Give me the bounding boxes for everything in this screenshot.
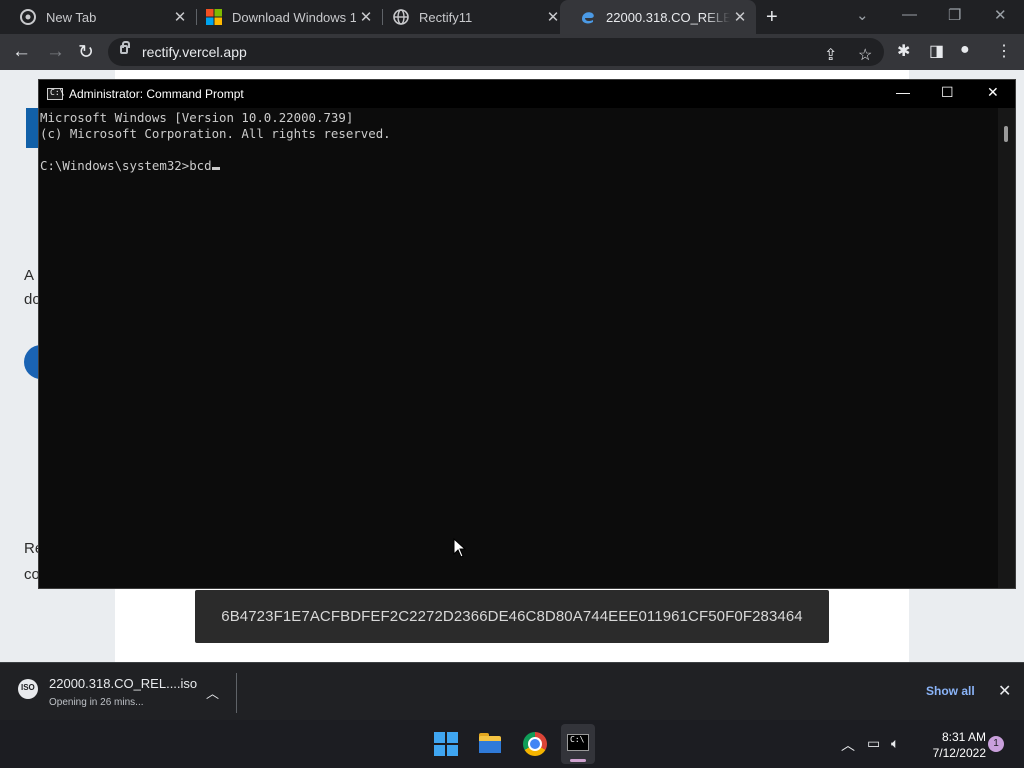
chrome-taskbar-icon[interactable] (523, 732, 547, 756)
console-line: Microsoft Windows [Version 10.0.22000.73… (40, 110, 354, 125)
command-prompt-window[interactable]: C:\ Administrator: Command Prompt — ☐ ✕ … (38, 79, 1016, 589)
reload-icon[interactable]: ↻ (78, 41, 94, 64)
download-status: Opening in 26 mins... (49, 697, 144, 708)
forward-icon[interactable]: → (46, 41, 65, 63)
notification-badge[interactable]: 1 (988, 736, 1004, 752)
download-file-name[interactable]: 22000.318.CO_REL....iso (49, 676, 197, 691)
globe-icon (393, 9, 409, 25)
console-input[interactable]: C:\Windows\system32>bcd (40, 158, 212, 173)
chevron-up-icon[interactable]: ︿ (206, 683, 219, 702)
microsoft-icon (206, 9, 222, 25)
tab-label: New Tab (46, 9, 97, 25)
console-line: (c) Microsoft Corporation. All rights re… (40, 126, 391, 141)
cmd-close-icon[interactable]: ✕ (987, 84, 999, 101)
shelf-divider (236, 673, 237, 713)
extensions-icon[interactable]: ✱ (897, 41, 910, 61)
sha256-hash-box[interactable]: 6B4723F1E7ACFBDFEF2C2272D2366DE46C8D80A7… (195, 590, 829, 643)
url-text[interactable]: rectify.vercel.app (142, 44, 247, 60)
logo-fragment (26, 108, 38, 148)
address-bar[interactable]: rectify.vercel.app ⇪ ☆ (108, 38, 884, 66)
console-output[interactable]: Microsoft Windows [Version 10.0.22000.73… (40, 110, 998, 588)
new-tab-icon[interactable]: + (766, 6, 778, 29)
cmd-minimize-icon[interactable]: — (896, 84, 910, 100)
cmd-title-bar[interactable]: C:\ Administrator: Command Prompt — ☐ ✕ (39, 80, 1015, 108)
lock-icon[interactable] (120, 41, 130, 54)
tab-download-windows[interactable]: Download Windows 10 ✕ (186, 0, 382, 34)
side-panel-icon[interactable]: ◨ (929, 41, 944, 61)
minimize-icon[interactable]: — (902, 6, 917, 23)
text-fragment: A (24, 267, 35, 284)
close-shelf-icon[interactable]: ✕ (998, 681, 1011, 701)
browser-toolbar: ← → ↻ rectify.vercel.app ⇪ ☆ ✱ ◨ ● ⋮ (0, 34, 1024, 70)
edge-icon (582, 12, 594, 24)
text-cursor (211, 167, 220, 170)
downloads-shelf: ISO 22000.318.CO_REL....iso Opening in 2… (0, 662, 1024, 720)
volume-icon[interactable]: 🔈︎ (891, 735, 899, 752)
network-icon[interactable]: ▭ (867, 735, 880, 752)
browser-tab-strip: New Tab ✕ Download Windows 10 ✕ Rectify1… (0, 0, 1024, 34)
windows-taskbar: C:\ ︿ ▭ 🔈︎ 8:31 AM 7/12/2022 1 (0, 720, 1024, 768)
cmd-window-title: Administrator: Command Prompt (69, 87, 244, 101)
tray-chevron-up-icon[interactable]: ︿ (841, 735, 855, 755)
tab-new-tab[interactable]: New Tab ✕ (0, 0, 196, 34)
tab-rectify11[interactable]: Rectify11 ✕ (373, 0, 569, 34)
iso-file-icon[interactable]: ISO (18, 679, 38, 699)
clock-time: 8:31 AM (941, 730, 986, 744)
show-all-button[interactable]: Show all (926, 684, 975, 698)
cmd-app-icon[interactable]: C:\ (47, 88, 65, 100)
close-window-icon[interactable]: ✕ (994, 6, 1007, 24)
windows-start-icon[interactable] (434, 732, 458, 756)
cmd-scrollbar[interactable] (998, 108, 1015, 588)
share-icon[interactable]: ⇪ (824, 45, 837, 65)
chrome-icon (20, 9, 36, 25)
cmd-maximize-icon[interactable]: ☐ (941, 84, 954, 101)
close-tab-icon[interactable]: ✕ (730, 8, 750, 26)
active-app-indicator (570, 759, 586, 762)
tab-label: Rectify11 (419, 9, 473, 25)
iso-file-icon-text: ISO (21, 683, 35, 692)
tab-label: Download Windows 10 (232, 9, 356, 25)
bookmark-star-icon[interactable]: ☆ (858, 45, 872, 65)
tab-search-chevron-icon[interactable]: ⌄ (856, 6, 869, 24)
back-icon[interactable]: ← (12, 41, 31, 63)
profile-avatar-icon[interactable]: ● (960, 41, 970, 59)
menu-kebab-icon[interactable]: ⋮ (996, 41, 1012, 61)
cmd-scrollbar-thumb[interactable] (1004, 126, 1008, 142)
file-explorer-icon[interactable] (478, 732, 502, 756)
tab-label: 22000.318.CO_RELEASE (606, 9, 730, 25)
terminal-taskbar-icon[interactable]: C:\ (561, 724, 595, 764)
cmd-app-icon-text: C:\ (50, 88, 65, 97)
restore-icon[interactable]: ❐ (948, 6, 961, 24)
clock-date: 7/12/2022 (932, 746, 986, 760)
taskbar-clock[interactable]: 8:31 AM 7/12/2022 (916, 729, 986, 761)
console-prompt-line[interactable]: C:\Windows\system32>bcd (40, 158, 998, 174)
tab-iso-download[interactable]: 22000.318.CO_RELEASE ✕ (560, 0, 756, 34)
